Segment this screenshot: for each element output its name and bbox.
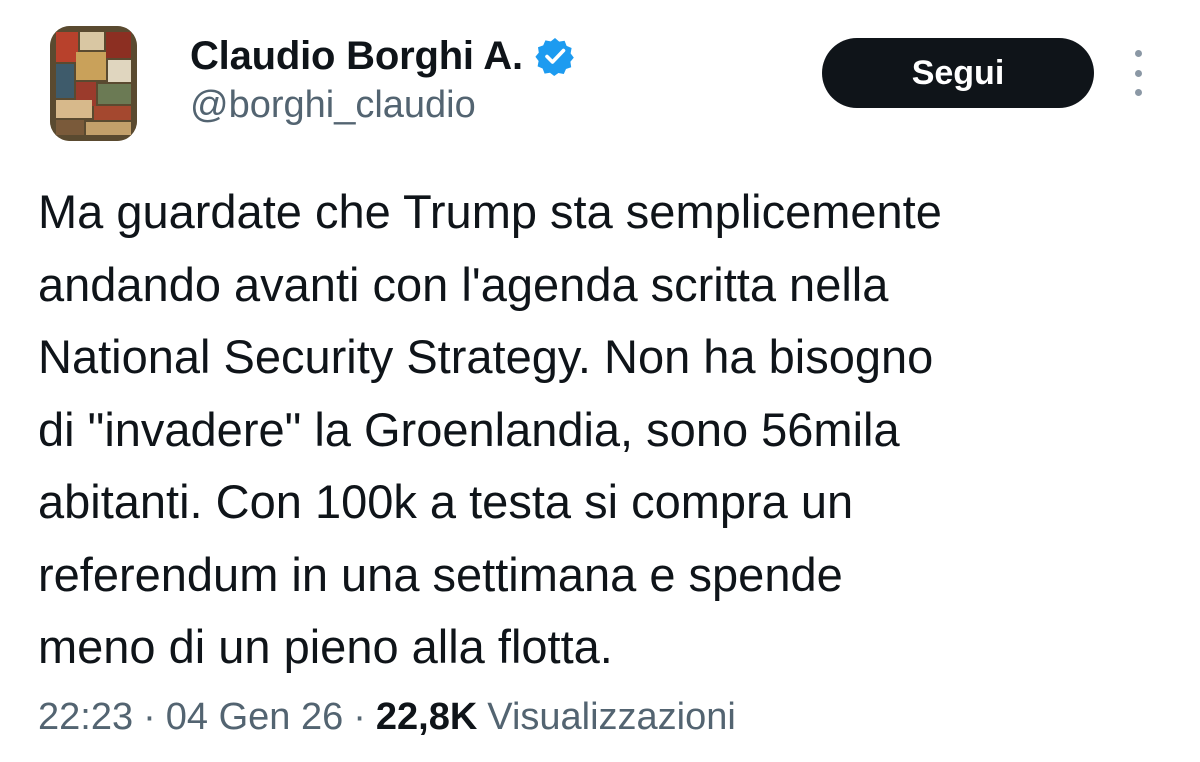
dot: [1134, 50, 1142, 57]
tweet-text: Ma guardate che Trump sta semplicemente …: [38, 176, 1168, 684]
tweet-date[interactable]: 04 Gen 26: [166, 696, 343, 739]
author-name-row: Claudio Borghi A.: [190, 28, 575, 84]
verified-badge-icon[interactable]: [535, 36, 575, 76]
abstract-painting-avatar: [50, 26, 137, 141]
tweet-card: Claudio Borghi A. @borghi_claudio Segui …: [0, 0, 1200, 762]
follow-button[interactable]: Segui: [822, 38, 1094, 108]
meta-separator: ·: [143, 696, 156, 738]
vertical-ellipsis-icon[interactable]: [1124, 50, 1152, 96]
tweet-text-line: National Security Strategy. Non ha bisog…: [38, 330, 934, 383]
avatar[interactable]: [50, 26, 137, 141]
tweet-meta: 22:23 · 04 Gen 26 · 22,8K Visualizzazion…: [38, 696, 736, 739]
tweet-text-line: Ma guardate che Trump sta semplicemente: [38, 185, 942, 238]
dot: [1134, 69, 1142, 77]
tweet-text-line: meno di un pieno alla flotta.: [38, 620, 613, 673]
tweet-text-line: di "invadere" la Groenlandia, sono 56mil…: [38, 402, 900, 456]
tweet-text-line: abitanti. Con 100k a testa si compra un: [38, 475, 854, 528]
tweet-text-line: andando avanti con l'agenda scritta nell…: [38, 257, 889, 311]
author-handle[interactable]: @borghi_claudio: [190, 84, 476, 127]
tweet-text-line: referendum in una settimana e spende: [38, 547, 843, 601]
author-display-name[interactable]: Claudio Borghi A.: [190, 34, 523, 79]
meta-separator: ·: [353, 696, 366, 738]
tweet-time[interactable]: 22:23: [38, 696, 133, 739]
dot: [1134, 89, 1142, 96]
views-count[interactable]: 22,8K: [376, 696, 477, 739]
views-label[interactable]: Visualizzazioni: [487, 696, 736, 739]
